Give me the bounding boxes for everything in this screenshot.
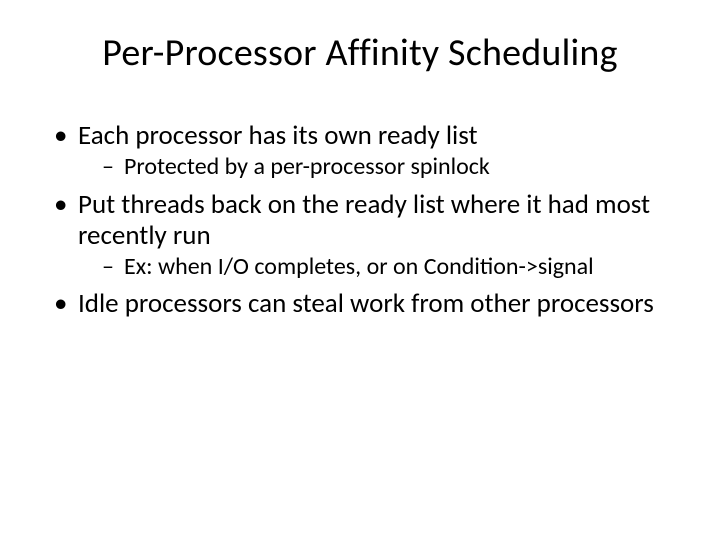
slide-content: Each processor has its own ready list Pr… xyxy=(48,120,672,319)
bullet-text: Put threads back on the ready list where… xyxy=(78,188,650,252)
bullet-item: Each processor has its own ready list Pr… xyxy=(48,120,672,181)
bullet-item: Put threads back on the ready list where… xyxy=(48,189,672,281)
sub-bullet-list: Ex: when I/O completes, or on Condition-… xyxy=(78,253,672,281)
slide-title: Per-Processor Affinity Scheduling xyxy=(48,30,672,76)
bullet-text: Idle processors can steal work from othe… xyxy=(78,287,654,320)
bullet-list: Each processor has its own ready list Pr… xyxy=(48,120,672,319)
sub-bullet-item: Protected by a per-processor spinlock xyxy=(92,153,672,181)
sub-bullet-list: Protected by a per-processor spinlock xyxy=(78,153,672,181)
bullet-item: Idle processors can steal work from othe… xyxy=(48,288,672,319)
bullet-text: Each processor has its own ready list xyxy=(78,119,478,152)
slide: Per-Processor Affinity Scheduling Each p… xyxy=(0,0,720,540)
sub-bullet-item: Ex: when I/O completes, or on Condition-… xyxy=(92,253,672,281)
